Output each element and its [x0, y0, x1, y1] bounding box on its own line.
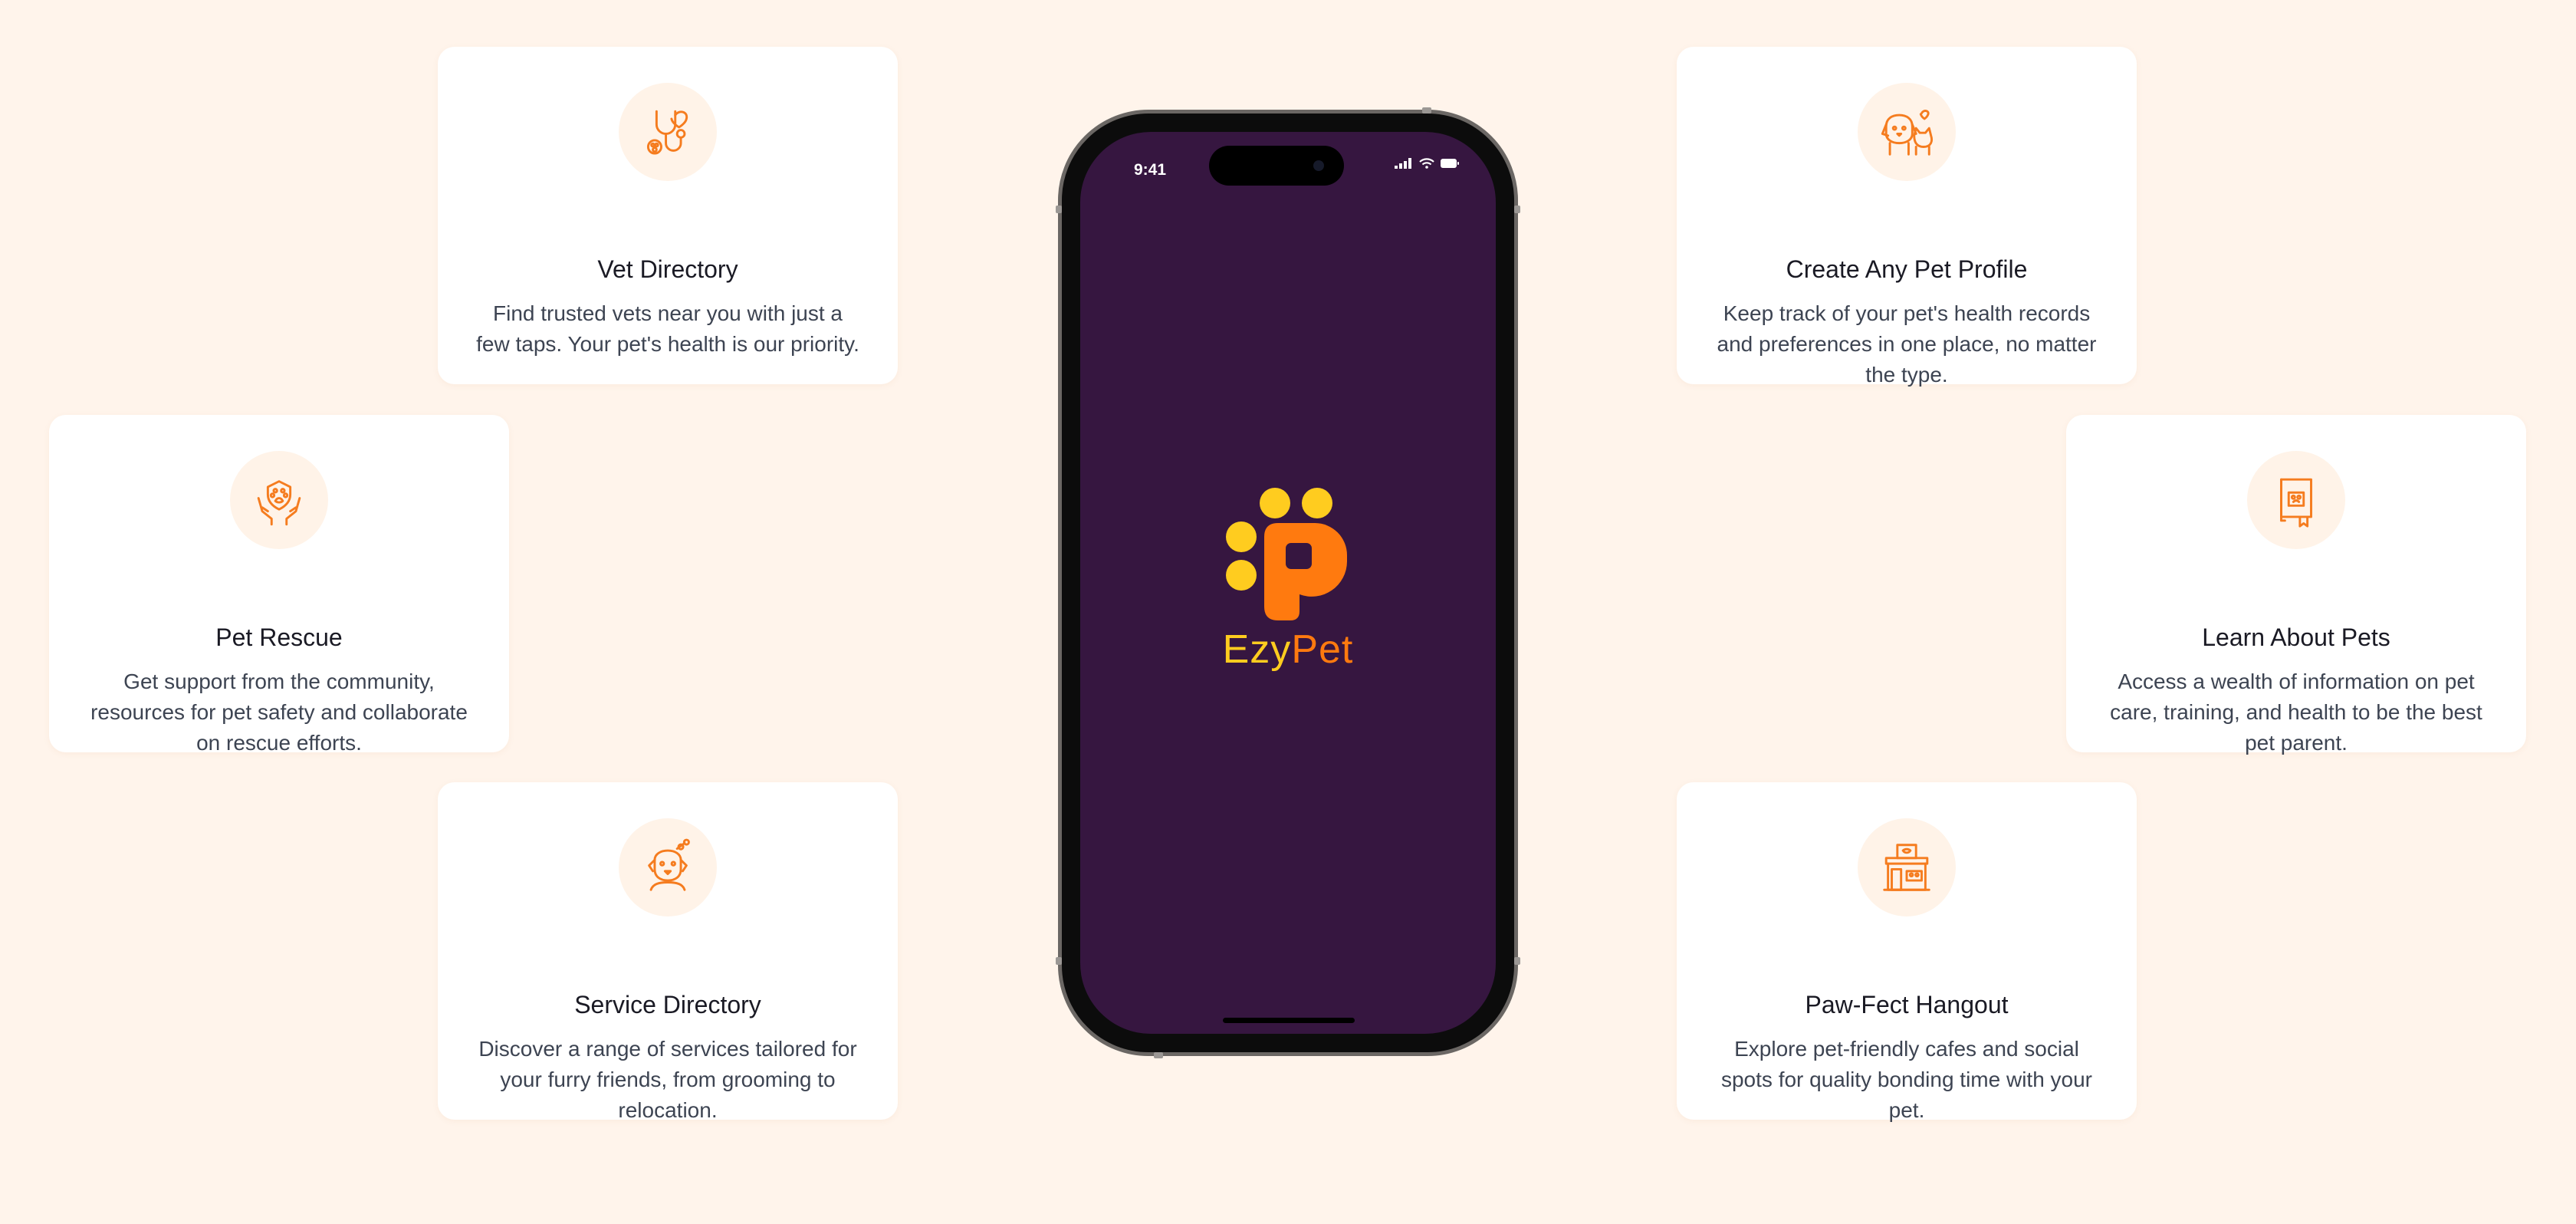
app-name-pet: Pet — [1291, 627, 1354, 672]
feature-title: Learn About Pets — [2202, 624, 2390, 651]
phone-side-button — [1154, 1052, 1163, 1058]
feature-card-pet-rescue: Pet Rescue Get support from the communit… — [49, 415, 509, 755]
feature-title: Pet Rescue — [215, 624, 343, 651]
feature-description: Discover a range of services tailored fo… — [478, 1037, 857, 1122]
feature-title: Vet Directory — [597, 255, 738, 283]
vet-stethoscope-icon — [619, 83, 717, 181]
battery-icon — [1441, 159, 1459, 168]
pet-book-icon — [2247, 451, 2345, 549]
front-camera — [1313, 160, 1324, 171]
feature-card-create-pet-profile: Create Any Pet Profile Keep track of you… — [1677, 47, 2137, 387]
feature-card-vet-directory: Vet Directory Find trusted vets near you… — [438, 47, 898, 384]
app-name: EzyPet — [1080, 627, 1496, 673]
feature-card-service-directory: Service Directory Discover a range of se… — [438, 782, 898, 1122]
ezypet-logo-icon — [1226, 488, 1347, 620]
feature-description: Explore pet-friendly cafes and social sp… — [1720, 1037, 2093, 1122]
feature-description: Keep track of your pet's health records … — [1717, 301, 2097, 387]
pets-dog-cat-icon — [1858, 83, 1956, 181]
feature-description: Access a wealth of information on pet ca… — [2110, 670, 2482, 755]
feature-description: Find trusted vets near you with just a f… — [476, 301, 859, 356]
home-indicator[interactable] — [1223, 1018, 1355, 1023]
status-bar-time: 9:41 — [1134, 161, 1167, 179]
wifi-icon — [1419, 158, 1434, 169]
feature-title: Service Directory — [574, 991, 761, 1018]
phone-side-button — [1514, 206, 1520, 213]
app-name-ezy: Ezy — [1222, 627, 1292, 672]
phone-side-button — [1056, 957, 1062, 965]
phone-side-button — [1422, 107, 1431, 114]
feature-title: Paw-Fect Hangout — [1805, 991, 2009, 1018]
feature-description: Get support from the community, resource… — [90, 670, 468, 755]
phone-screen: 9:41 EzyPet — [1080, 132, 1496, 1034]
phone-side-button — [1056, 206, 1062, 213]
feature-card-pawfect-hangout: Paw-Fect Hangout Explore pet-friendly ca… — [1677, 782, 2137, 1122]
pet-cafe-shop-icon — [1858, 818, 1956, 916]
feature-card-learn-about-pets: Learn About Pets Access a wealth of info… — [2066, 415, 2526, 755]
phone-mockup: 9:41 EzyPet — [1056, 107, 1520, 1058]
grooming-dog-icon — [619, 818, 717, 916]
rescue-hands-icon — [230, 451, 328, 549]
cellular-signal-icon — [1395, 158, 1411, 169]
status-bar-icons — [1395, 158, 1459, 169]
dynamic-island — [1209, 146, 1344, 186]
feature-title: Create Any Pet Profile — [1786, 255, 2028, 283]
phone-side-button — [1514, 957, 1520, 965]
